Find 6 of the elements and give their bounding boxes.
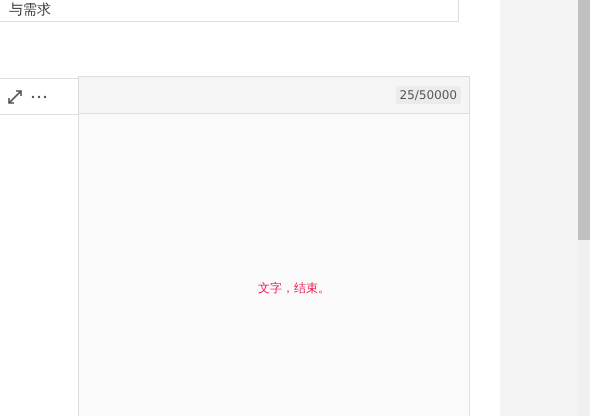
character-counter: 25/50000 — [396, 86, 461, 104]
more-icon[interactable] — [31, 94, 47, 98]
scrollbar[interactable] — [578, 0, 590, 416]
title-field[interactable]: 与需求 — [0, 0, 459, 22]
expand-icon[interactable] — [7, 88, 23, 104]
editor-text: 文字，结束。 — [258, 280, 330, 296]
